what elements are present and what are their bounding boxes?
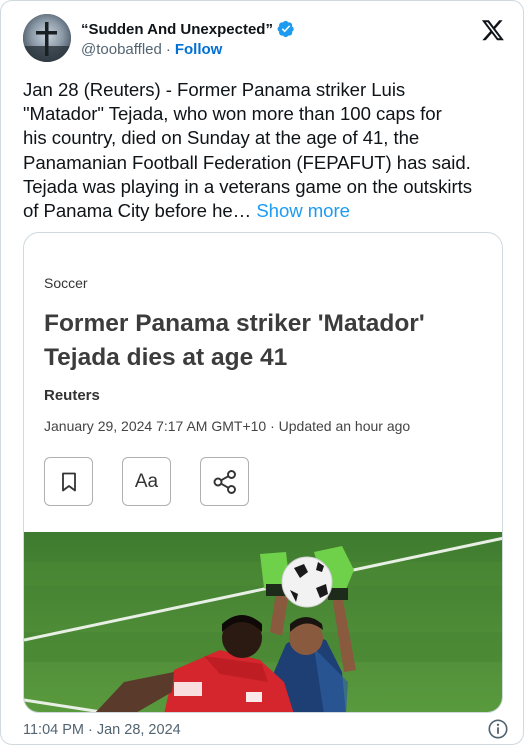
- separator-dot: ·: [88, 722, 93, 738]
- x-logo-icon[interactable]: [481, 18, 505, 42]
- card-dateline: January 29, 2024 7:17 AM GMT+10 · Update…: [44, 418, 411, 434]
- text-size-icon: Aa: [134, 470, 159, 492]
- author-names: “Sudden And Unexpected” @toobaffled · Foll…: [81, 19, 295, 60]
- tweet-header: “Sudden And Unexpected” @toobaffled · Foll…: [23, 14, 509, 64]
- share-icon: [213, 469, 236, 494]
- avatar-image: [23, 14, 71, 62]
- text-size-button[interactable]: Aa: [122, 457, 171, 506]
- tweet-time[interactable]: 11:04 PM: [23, 722, 84, 738]
- bookmark-icon: [61, 472, 76, 491]
- tweet-timestamp[interactable]: 11:04 PM · Jan 28, 2024: [23, 722, 181, 738]
- avatar[interactable]: [23, 14, 71, 62]
- card-section-label: Soccer: [44, 275, 88, 291]
- author-handle[interactable]: @toobaffled: [81, 41, 162, 58]
- article-photo[interactable]: [24, 532, 503, 713]
- verified-badge-icon[interactable]: [277, 20, 295, 38]
- card-action-bar: Aa: [44, 457, 249, 506]
- tweet-text-line: Panamanian Football Federation (FEPAFUT)…: [23, 151, 471, 173]
- card-headline[interactable]: Former Panama striker 'Matador' Tejada d…: [44, 307, 484, 375]
- tweet-text: Jan 28 (Reuters) - Former Panama striker…: [23, 78, 509, 223]
- info-icon[interactable]: [487, 718, 509, 740]
- tweet-text-line: Jan 28 (Reuters) - Former Panama striker…: [23, 79, 406, 100]
- card-source: Reuters: [44, 387, 100, 404]
- share-button[interactable]: [200, 457, 249, 506]
- tweet-text-line: his country, died on Sunday at the age o…: [23, 127, 420, 149]
- tweet-text-line: of Panama City before he…: [23, 200, 257, 222]
- separator-dot: ·: [165, 41, 171, 58]
- tweet-text-line: Tejada was playing in a veterans game on…: [23, 175, 472, 197]
- tweet-card: “Sudden And Unexpected” @toobaffled · Foll…: [0, 0, 524, 745]
- show-more-link[interactable]: Show more: [256, 200, 350, 221]
- follow-button[interactable]: Follow: [175, 41, 223, 58]
- tweet-date[interactable]: Jan 28, 2024: [97, 722, 181, 738]
- link-preview-card[interactable]: Soccer Former Panama striker 'Matador' T…: [23, 232, 503, 713]
- bookmark-button[interactable]: [44, 457, 93, 506]
- display-name[interactable]: “Sudden And Unexpected”: [81, 21, 273, 38]
- tweet-text-line: "Matador" Tejada, who won more than 100 …: [23, 103, 442, 125]
